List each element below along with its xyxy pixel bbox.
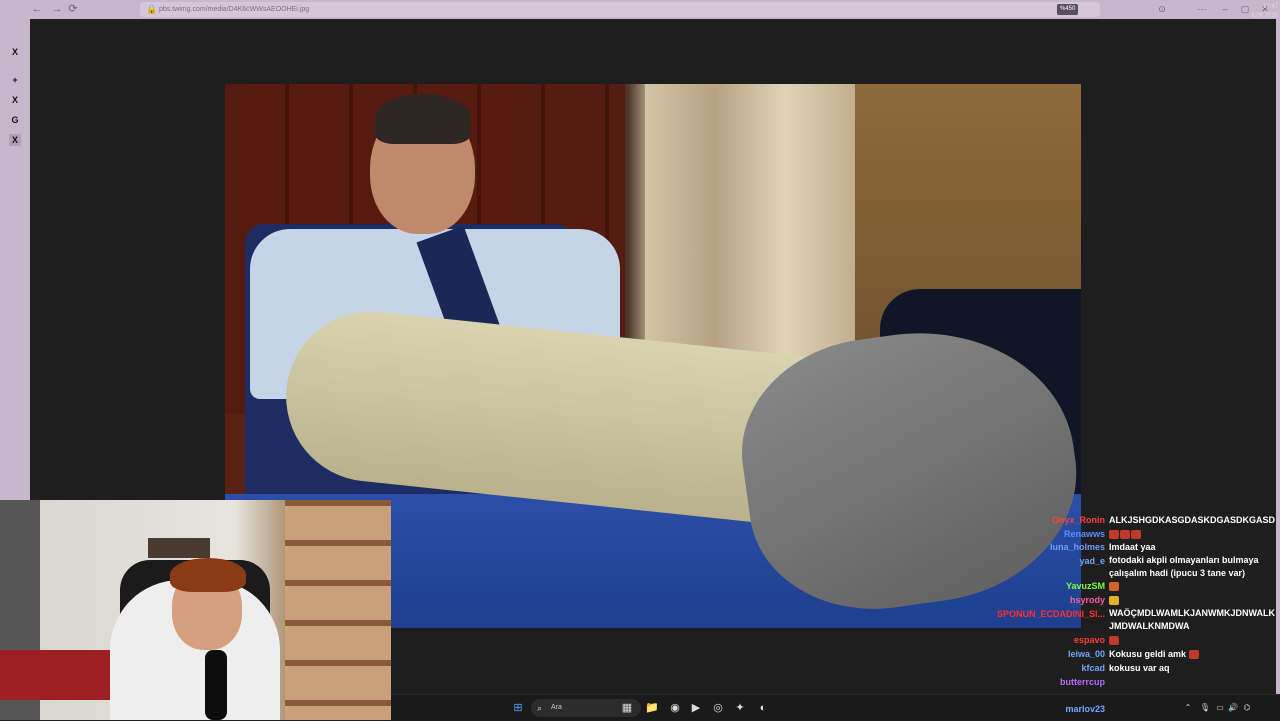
emote-icon bbox=[1120, 530, 1130, 540]
bookshelf bbox=[285, 500, 391, 720]
chat-text: WAÖÇMDLWAMLKJANWMKJDNWALKJMDWALKNMDWA bbox=[1109, 608, 1275, 631]
x-tab-icon-2[interactable]: X bbox=[9, 94, 21, 106]
chat-username: hsyrody bbox=[1069, 595, 1105, 605]
minimize-icon[interactable]: – bbox=[1218, 3, 1232, 16]
chat-message: kfcad kokusu var aq bbox=[995, 661, 1280, 675]
extension-icon[interactable]: ⊙ bbox=[1155, 3, 1169, 16]
url-text[interactable]: pbs.twimg.com/media/D4K6cWWsAEOOHEi.jpg bbox=[159, 3, 309, 16]
chat-message: YavuzSM bbox=[995, 579, 1280, 593]
start-icon[interactable]: ⊞ bbox=[510, 700, 526, 716]
chat-text bbox=[1109, 633, 1279, 647]
chat-username: Renawws bbox=[1063, 529, 1105, 539]
chat-username: SPONUN_ECDADINI_SI... bbox=[996, 609, 1105, 619]
microphone bbox=[205, 650, 227, 720]
steam-icon[interactable]: ▶ bbox=[688, 700, 704, 716]
taskbar-clock[interactable]: 17:47 6.08.2025 bbox=[1240, 3, 1278, 21]
chat-message: yad_e fotodaki akpli olmayanları bulmaya… bbox=[995, 554, 1280, 582]
app-icon[interactable]: ✦ bbox=[732, 700, 748, 716]
emote-icon bbox=[1109, 596, 1119, 606]
search-placeholder: Ara bbox=[551, 704, 562, 711]
chat-message: espavo bbox=[995, 633, 1280, 647]
clock-time: 17:47 bbox=[1262, 4, 1278, 10]
menu-icon[interactable]: ⋯ bbox=[1195, 3, 1209, 16]
red-blanket bbox=[0, 650, 110, 700]
chat-text bbox=[1109, 527, 1279, 541]
google-tab-icon[interactable]: G bbox=[9, 114, 21, 126]
wall-frame bbox=[148, 538, 210, 558]
chat-overlay: Onyx_Ronin ALKJSHGDKASGDASKDGASDKGASD Re… bbox=[995, 497, 1280, 720]
folder-icon[interactable]: 📁 bbox=[644, 700, 660, 716]
new-tab-icon[interactable]: + bbox=[9, 74, 21, 86]
chat-message: butterrcup bbox=[995, 675, 1280, 689]
chat-username: butterrcup bbox=[1060, 677, 1105, 687]
chat-username: Onyx_Ronin bbox=[1051, 515, 1105, 525]
chat-text bbox=[1109, 579, 1279, 593]
obs-icon[interactable]: ◎ bbox=[710, 700, 726, 716]
back-icon[interactable]: ← bbox=[30, 3, 44, 16]
chat-username: leiwa_00 bbox=[1067, 649, 1105, 659]
chat-message: Onyx_Ronin ALKJSHGDKASGDASKDGASDKGASD bbox=[995, 513, 1280, 527]
chat-message: Renawws bbox=[995, 527, 1280, 541]
search-icon: ⌕ bbox=[537, 703, 543, 713]
chat-username: marlov23 bbox=[1065, 704, 1105, 714]
streamer-hair bbox=[170, 558, 246, 592]
chat-username: espavo bbox=[1073, 635, 1105, 645]
chat-text: kokusu var aq bbox=[1109, 663, 1170, 673]
clock-date: 6.08.2025 bbox=[1251, 13, 1278, 19]
address-bar[interactable]: 🔒 pbs.twimg.com/media/D4K6cWWsAEOOHEi.jp… bbox=[140, 2, 1100, 17]
forward-icon[interactable]: → bbox=[50, 3, 64, 16]
webcam-overlay bbox=[0, 500, 391, 720]
chat-username: YavuzSM bbox=[1065, 581, 1105, 591]
chat-text: fotodaki akpli olmayanları bulmaya çalış… bbox=[1109, 555, 1259, 578]
chat-username: yad_e bbox=[1079, 556, 1105, 566]
discord-icon[interactable]: ◉ bbox=[667, 700, 683, 716]
emote-icon bbox=[1109, 582, 1119, 592]
chat-text: Kokusu geldi amk bbox=[1109, 647, 1279, 661]
chat-text: ALKJSHGDKASGDASKDGASDKGASD bbox=[1109, 515, 1276, 525]
chat-message: hsyrody bbox=[995, 593, 1280, 607]
chat-username: kfcad bbox=[1081, 663, 1105, 673]
emote-icon bbox=[1109, 636, 1119, 646]
chat-text: Imdaat yaa bbox=[1109, 542, 1156, 552]
emote-icon bbox=[1188, 650, 1199, 660]
lock-icon: 🔒 bbox=[146, 4, 158, 14]
chat-message: leiwa_00 Kokusu geldi amk bbox=[995, 647, 1280, 661]
chat-message: marlov23 bbox=[995, 702, 1280, 716]
chrome-icon[interactable]: ◐ bbox=[755, 700, 771, 716]
chat-text bbox=[1109, 593, 1279, 607]
chat-text-content: Kokusu geldi amk bbox=[1109, 649, 1187, 659]
browser-toolbar: ← → ⟳ 🔒 pbs.twimg.com/media/D4K6cWWsAEOO… bbox=[0, 0, 1280, 19]
x-tab-icon[interactable]: X bbox=[9, 46, 21, 58]
x-tab-icon-active[interactable]: X bbox=[9, 134, 21, 146]
widgets-icon[interactable]: ▦ bbox=[619, 700, 635, 716]
chat-message: SPONUN_ECDADINI_SI... WAÖÇMDLWAMLKJANWMK… bbox=[995, 607, 1280, 635]
reload-icon[interactable]: ⟳ bbox=[66, 3, 80, 16]
emote-icon bbox=[1131, 530, 1141, 540]
zoom-level-badge[interactable]: %450 bbox=[1057, 4, 1079, 15]
hair bbox=[375, 94, 471, 144]
chat-username: luna_holmes bbox=[1049, 542, 1105, 552]
chat-message: luna_holmes Imdaat yaa bbox=[995, 540, 1280, 554]
emote-icon bbox=[1109, 530, 1119, 540]
